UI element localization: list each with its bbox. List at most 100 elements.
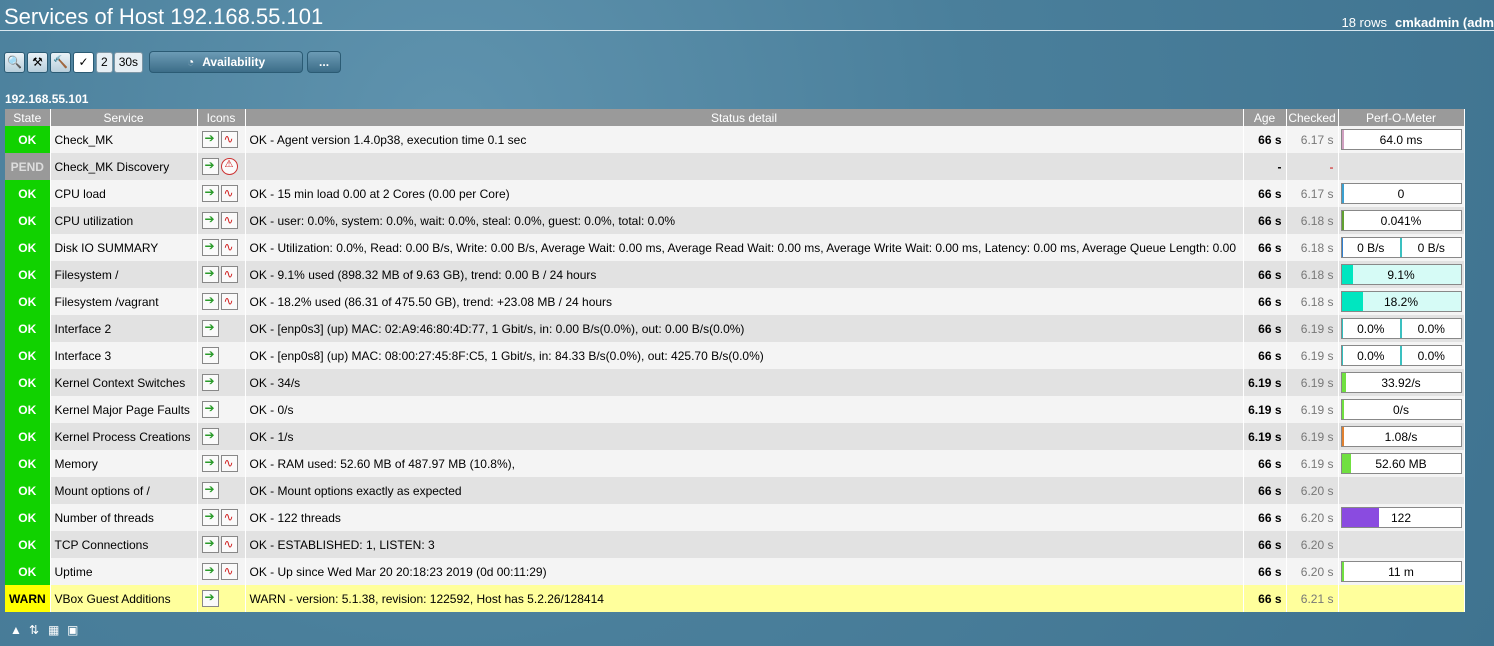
perf-o-meter[interactable]: 0.0% 0.0% bbox=[1340, 318, 1462, 339]
perf-o-meter[interactable]: 0 bbox=[1340, 183, 1462, 204]
perf-o-meter[interactable]: 0/s bbox=[1340, 399, 1462, 420]
graph-icon[interactable] bbox=[220, 185, 238, 202]
host-label[interactable]: 192.168.55.101 bbox=[5, 92, 88, 106]
action-menu-icon[interactable] bbox=[201, 320, 219, 337]
state-badge: OK bbox=[5, 207, 51, 234]
perf-cell: 52.60 MB bbox=[1338, 450, 1465, 477]
action-menu-icon[interactable] bbox=[201, 509, 219, 526]
table-row: OKKernel Context SwitchesOK - 34/s6.19 s… bbox=[5, 369, 1465, 396]
service-name-link[interactable]: Number of threads bbox=[50, 504, 198, 531]
graph-icon[interactable] bbox=[220, 536, 238, 553]
col-perf[interactable]: Perf-O-Meter bbox=[1338, 109, 1465, 126]
graph-icon[interactable] bbox=[220, 239, 238, 256]
refresh-count[interactable]: 2 bbox=[96, 51, 113, 73]
graph-icon[interactable] bbox=[220, 293, 238, 310]
perf-o-meter[interactable]: 122 bbox=[1340, 507, 1462, 528]
service-age: 66 s bbox=[1243, 504, 1287, 531]
export-json-icon[interactable]: ⇅ bbox=[29, 623, 43, 637]
status-detail: OK - 15 min load 0.00 at 2 Cores (0.00 p… bbox=[245, 180, 1244, 207]
service-name-link[interactable]: Filesystem / bbox=[50, 261, 198, 288]
perf-o-meter[interactable]: 0.041% bbox=[1340, 210, 1462, 231]
action-menu-icon[interactable] bbox=[201, 374, 219, 391]
action-menu-icon[interactable] bbox=[201, 428, 219, 445]
service-name-link[interactable]: Filesystem /vagrant bbox=[50, 288, 198, 315]
perf-cell: 9.1% bbox=[1338, 261, 1465, 288]
action-menu-icon[interactable] bbox=[201, 239, 219, 256]
table-row: OKDisk IO SUMMARY OK - Utilization: 0.0%,… bbox=[5, 234, 1465, 261]
display-options-icon[interactable]: ⚒ bbox=[27, 51, 48, 73]
service-name-link[interactable]: Memory bbox=[50, 450, 198, 477]
search-icon[interactable]: 🔍 bbox=[4, 51, 25, 73]
action-menu-icon[interactable] bbox=[201, 482, 219, 499]
col-age[interactable]: Age bbox=[1243, 109, 1287, 126]
user-name[interactable]: cmkadmin (adm bbox=[1395, 15, 1494, 30]
perf-o-meter[interactable]: 0.0% 0.0% bbox=[1340, 345, 1462, 366]
service-name-link[interactable]: Kernel Major Page Faults bbox=[50, 396, 198, 423]
action-menu-icon[interactable] bbox=[201, 536, 219, 553]
service-icons bbox=[197, 369, 246, 396]
graph-icon[interactable] bbox=[220, 131, 238, 148]
service-name-link[interactable]: Kernel Process Creations bbox=[50, 423, 198, 450]
perf-o-meter[interactable]: 52.60 MB bbox=[1340, 453, 1462, 474]
discovery-warning-icon[interactable] bbox=[220, 158, 238, 175]
table-row: OKKernel Process CreationsOK - 1/s6.19 s… bbox=[5, 423, 1465, 450]
perf-in-text: 0.0% bbox=[1357, 322, 1385, 336]
service-name-link[interactable]: Disk IO SUMMARY bbox=[50, 234, 198, 261]
export-csv-icon[interactable]: ▲ bbox=[10, 623, 24, 637]
service-name-link[interactable]: Uptime bbox=[50, 558, 198, 585]
col-checked[interactable]: Checked bbox=[1286, 109, 1339, 126]
service-name-link[interactable]: Interface 2 bbox=[50, 315, 198, 342]
service-name-link[interactable]: TCP Connections bbox=[50, 531, 198, 558]
action-menu-icon[interactable] bbox=[201, 563, 219, 580]
perf-out-text: 0 B/s bbox=[1417, 241, 1445, 255]
service-name-link[interactable]: Mount options of / bbox=[50, 477, 198, 504]
action-menu-icon[interactable] bbox=[201, 401, 219, 418]
service-name-link[interactable]: Kernel Context Switches bbox=[50, 369, 198, 396]
commands-icon[interactable]: 🔨 bbox=[50, 51, 71, 73]
perf-o-meter[interactable]: 9.1% bbox=[1340, 264, 1462, 285]
graph-icon[interactable] bbox=[220, 266, 238, 283]
service-icons bbox=[197, 342, 246, 369]
action-menu-icon[interactable] bbox=[201, 590, 219, 607]
action-menu-icon[interactable] bbox=[201, 293, 219, 310]
perf-o-meter[interactable]: 33.92/s bbox=[1340, 372, 1462, 393]
col-state[interactable]: State bbox=[5, 109, 51, 126]
availability-button[interactable]: ◔ Availability bbox=[149, 51, 304, 73]
col-service[interactable]: Service bbox=[50, 109, 198, 126]
state-badge: OK bbox=[5, 126, 51, 153]
add-to-dashboard-icon[interactable]: ▣ bbox=[67, 623, 81, 637]
col-icons[interactable]: Icons bbox=[197, 109, 246, 126]
graph-icon[interactable] bbox=[220, 563, 238, 580]
perf-o-meter[interactable]: 11 m bbox=[1340, 561, 1462, 582]
service-name-link[interactable]: CPU load bbox=[50, 180, 198, 207]
action-menu-icon[interactable] bbox=[201, 266, 219, 283]
service-name-link[interactable]: VBox Guest Additions bbox=[50, 585, 198, 612]
perf-o-meter[interactable]: 1.08/s bbox=[1340, 426, 1462, 447]
service-age: 66 s bbox=[1243, 585, 1287, 612]
perf-o-meter[interactable]: 18.2% bbox=[1340, 291, 1462, 312]
service-name-link[interactable]: Check_MK Discovery bbox=[50, 153, 198, 180]
state-badge: OK bbox=[5, 558, 51, 585]
graph-icon[interactable] bbox=[220, 455, 238, 472]
action-menu-icon[interactable] bbox=[201, 131, 219, 148]
action-menu-icon[interactable] bbox=[201, 347, 219, 364]
action-menu-icon[interactable] bbox=[201, 212, 219, 229]
action-menu-icon[interactable] bbox=[201, 455, 219, 472]
action-menu-icon[interactable] bbox=[201, 158, 219, 175]
status-detail: OK - 1/s bbox=[245, 423, 1244, 450]
checkbox-toggle-icon[interactable]: ✓ bbox=[73, 51, 94, 73]
add-to-report-icon[interactable]: ▦ bbox=[48, 623, 62, 637]
graph-icon[interactable] bbox=[220, 509, 238, 526]
action-menu-icon[interactable] bbox=[201, 185, 219, 202]
more-button[interactable]: ... bbox=[307, 51, 342, 73]
status-detail: WARN - version: 5.1.38, revision: 122592… bbox=[245, 585, 1244, 612]
col-status[interactable]: Status detail bbox=[245, 109, 1244, 126]
perf-o-meter[interactable]: 0 B/s 0 B/s bbox=[1340, 237, 1462, 258]
service-name-link[interactable]: CPU utilization bbox=[50, 207, 198, 234]
footer-icons: ▲ ⇅ ▦ ▣ bbox=[10, 623, 86, 637]
perf-o-meter[interactable]: 64.0 ms bbox=[1340, 129, 1462, 150]
graph-icon[interactable] bbox=[220, 212, 238, 229]
service-name-link[interactable]: Check_MK bbox=[50, 126, 198, 153]
service-name-link[interactable]: Interface 3 bbox=[50, 342, 198, 369]
refresh-interval[interactable]: 30s bbox=[113, 51, 144, 73]
